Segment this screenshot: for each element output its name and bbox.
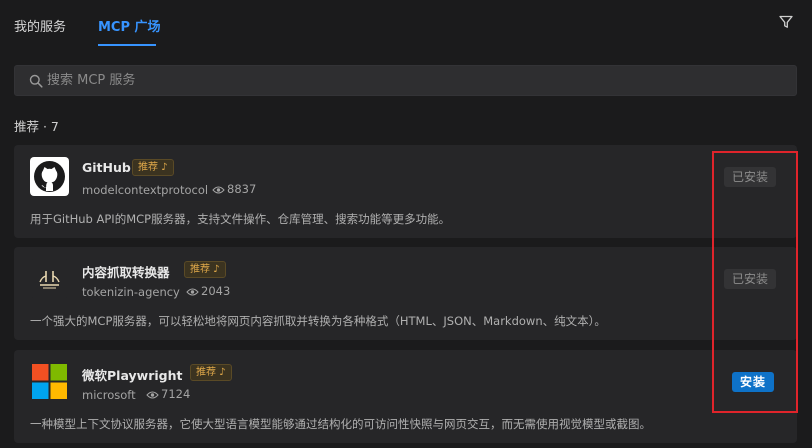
eye-icon — [212, 186, 225, 193]
section-title: 推荐 · 7 — [14, 119, 59, 134]
service-description: 一个强大的MCP服务器，可以轻松地将网页内容抓取并转换为各种格式（HTML、JS… — [30, 314, 606, 328]
service-description: 一种模型上下文协议服务器，它使大型语言模型能够通过结构化的可访问性快照与网页交互… — [30, 417, 651, 431]
installed-button[interactable]: 已安装 — [724, 167, 777, 187]
view-count: 2043 — [186, 284, 230, 298]
microsoft-icon — [30, 362, 69, 401]
recommended-badge: 推荐 ♪ — [132, 159, 174, 176]
tab-bar: 我的服务 MCP 广场 — [0, 0, 812, 52]
service-card-content-crawler[interactable]: 内容抓取转换器 推荐 ♪ tokenizin-agency 2043 一个强大的… — [14, 247, 797, 340]
service-name: 微软Playwright — [82, 368, 183, 383]
search-icon — [29, 74, 43, 88]
recommended-badge: 推荐 ♪ — [184, 261, 226, 278]
sparkle-icon: ♪ — [158, 162, 168, 173]
install-button[interactable]: 安装 — [732, 372, 775, 392]
service-card-github[interactable]: GitHub 推荐 ♪ modelcontextprotocol 8837 用于… — [14, 145, 797, 238]
service-name: GitHub — [82, 160, 131, 175]
search-input[interactable] — [47, 66, 787, 95]
active-tab-indicator — [98, 44, 156, 46]
sparkle-icon: ♪ — [210, 264, 220, 275]
service-author: microsoft — [82, 388, 136, 402]
service-author: tokenizin-agency — [82, 285, 180, 299]
service-name: 内容抓取转换器 — [82, 265, 170, 280]
crawler-icon — [30, 259, 69, 298]
tab-my-services[interactable]: 我的服务 — [14, 16, 66, 35]
installed-button[interactable]: 已安装 — [724, 269, 777, 289]
eye-icon — [186, 288, 199, 295]
filter-icon[interactable] — [778, 14, 794, 30]
eye-icon — [146, 391, 159, 398]
service-description: 用于GitHub API的MCP服务器，支持文件操作、仓库管理、搜索功能等更多功… — [30, 212, 451, 226]
sparkle-icon: ♪ — [216, 367, 226, 378]
recommended-badge: 推荐 ♪ — [190, 364, 232, 381]
tab-mcp-square[interactable]: MCP 广场 — [98, 16, 161, 35]
view-count: 8837 — [212, 182, 256, 196]
service-card-playwright[interactable]: 微软Playwright 推荐 ♪ microsoft 7124 一种模型上下文… — [14, 350, 797, 443]
github-icon — [30, 157, 69, 196]
service-author: modelcontextprotocol — [82, 183, 209, 197]
view-count: 7124 — [146, 387, 190, 401]
search-box — [14, 65, 797, 96]
